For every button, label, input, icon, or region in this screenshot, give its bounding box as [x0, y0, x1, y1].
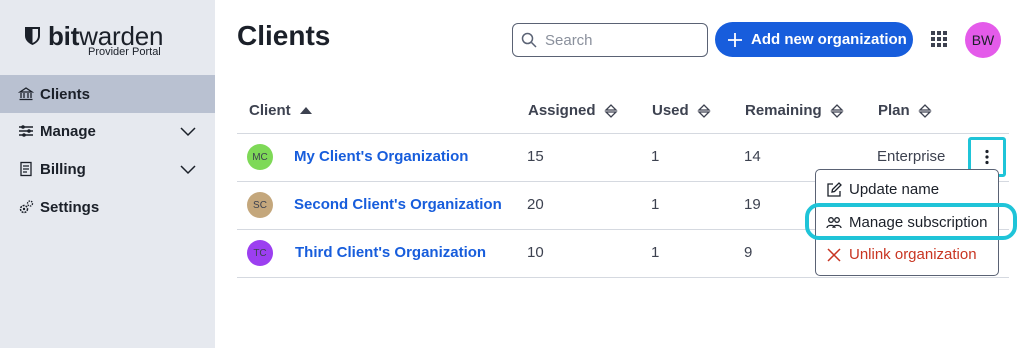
search-box[interactable] — [512, 23, 708, 57]
sort-icon — [603, 103, 618, 118]
remaining-seats: 14 — [744, 148, 761, 165]
remaining-seats: 19 — [744, 196, 761, 213]
assigned-seats: 20 — [527, 196, 544, 213]
add-organization-button[interactable]: Add new organization — [715, 22, 913, 57]
table-divider — [237, 277, 1009, 278]
column-header-assigned[interactable]: Assigned — [528, 102, 618, 119]
sidebar-item-manage[interactable]: Manage — [0, 112, 215, 150]
billing-icon — [18, 161, 34, 177]
plan-type: Enterprise — [877, 148, 946, 165]
column-header-label: Remaining — [745, 102, 822, 119]
remaining-seats: 9 — [744, 244, 753, 261]
sidebar-item-billing[interactable]: Billing — [0, 150, 215, 188]
sliders-icon — [18, 123, 34, 139]
more-vertical-icon — [985, 149, 989, 165]
sort-icon — [830, 103, 844, 118]
sidebar-item-settings[interactable]: Settings — [0, 188, 215, 226]
column-header-used[interactable]: Used — [652, 102, 711, 119]
column-header-plan[interactable]: Plan — [878, 102, 932, 119]
search-icon — [521, 32, 537, 48]
page-title: Clients — [237, 20, 331, 51]
sidebar: bitwarden Provider Portal Clients Manage… — [0, 0, 215, 348]
cogs-icon — [18, 199, 34, 215]
search-input[interactable] — [545, 30, 701, 50]
client-name-link[interactable]: My Client's Organization — [294, 148, 468, 165]
edit-icon — [827, 181, 842, 197]
column-header-label: Client — [249, 102, 291, 119]
sidebar-item-label: Clients — [40, 85, 91, 103]
column-header-label: Assigned — [528, 102, 596, 119]
sort-icon — [697, 103, 711, 118]
column-header-label: Plan — [878, 102, 910, 119]
shield-icon — [25, 27, 40, 45]
brand-logo[interactable]: bitwarden Provider Portal — [22, 22, 163, 62]
menu-item-label: Update name — [849, 181, 940, 198]
sidebar-item-label: Billing — [40, 160, 86, 178]
add-organization-label: Add new organization — [751, 31, 907, 48]
user-avatar[interactable]: BW — [965, 22, 1001, 58]
product-switcher-icon[interactable] — [931, 31, 947, 47]
assigned-seats: 15 — [527, 148, 544, 165]
org-avatar: SC — [247, 192, 273, 218]
sidebar-item-label: Manage — [40, 122, 96, 140]
org-avatar: TC — [247, 240, 273, 266]
bank-icon — [18, 86, 34, 102]
menu-item-label: Unlink organization — [849, 246, 977, 263]
sort-icon — [918, 103, 932, 118]
column-header-client[interactable]: Client — [249, 102, 313, 119]
client-name-link[interactable]: Third Client's Organization — [295, 244, 486, 261]
highlight-annotation — [805, 203, 1017, 240]
client-name-link[interactable]: Second Client's Organization — [294, 196, 502, 213]
menu-item-unlink-organization[interactable]: Unlink organization — [826, 246, 977, 263]
used-seats: 1 — [651, 148, 660, 165]
org-avatar: MC — [247, 144, 273, 170]
sort-ascending-icon — [299, 106, 312, 114]
menu-item-update-name[interactable]: Update name — [826, 181, 939, 198]
column-header-remaining[interactable]: Remaining — [745, 102, 844, 119]
column-header-label: Used — [652, 102, 689, 119]
close-icon — [827, 247, 841, 262]
plus-icon — [728, 32, 742, 47]
chevron-down-icon[interactable] — [179, 162, 197, 176]
sidebar-item-label: Settings — [40, 198, 100, 216]
chevron-down-icon[interactable] — [179, 124, 197, 138]
used-seats: 1 — [651, 244, 660, 261]
used-seats: 1 — [651, 196, 660, 213]
assigned-seats: 10 — [527, 244, 544, 261]
sidebar-item-clients[interactable]: Clients — [0, 75, 215, 113]
brand-subtitle: Provider Portal — [88, 46, 161, 58]
